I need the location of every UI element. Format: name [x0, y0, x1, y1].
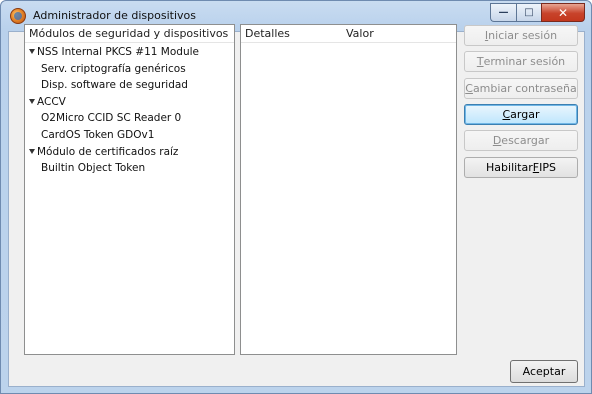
maximize-icon: □ [524, 7, 534, 18]
tree-item[interactable]: ACCV [29, 96, 66, 108]
firefox-app-icon [10, 8, 26, 24]
details-table[interactable]: Detalles Valor [240, 24, 457, 355]
tree-column-header[interactable]: Módulos de seguridad y dispositivos [25, 25, 234, 43]
expand-triangle-icon[interactable] [29, 98, 35, 104]
expand-triangle-icon[interactable] [29, 148, 35, 154]
button-label-part: escargar [501, 134, 550, 147]
close-icon: ✕ [557, 5, 569, 20]
tree-item-label: Módulo de certificados raíz [37, 145, 179, 158]
button-label-part: C [465, 82, 473, 95]
tree-item-label: NSS Internal PKCS #11 Module [37, 46, 199, 58]
security-modules-tree[interactable]: Módulos de seguridad y dispositivos NSS … [24, 24, 235, 355]
load-button[interactable]: Cargar [464, 104, 578, 125]
tree-item[interactable]: Builtin Object Token [41, 162, 145, 174]
button-label-part: niciar sesión [488, 29, 558, 42]
minimize-icon: — [498, 7, 509, 18]
button-label-part: erminar sesión [483, 55, 566, 68]
tree-item-label: Builtin Object Token [41, 162, 146, 175]
login-button[interactable]: Iniciar sesión [464, 25, 578, 46]
expand-triangle-icon[interactable] [29, 49, 35, 54]
details-column-header: Detalles Valor [241, 25, 456, 43]
tree-item[interactable]: Disp. software de seguridad [41, 79, 188, 91]
change-password-button[interactable]: Cambiar contraseña [464, 78, 578, 99]
tree-item-label: CardOS Token GDOv1 [41, 129, 155, 141]
maximize-button[interactable]: □ [516, 3, 541, 22]
tree-item-label: Disp. software de seguridad [41, 79, 188, 92]
accept-button[interactable]: Aceptar [510, 360, 578, 383]
tree-item-label: Serv. criptografía genéricos [41, 62, 186, 75]
value-column-label[interactable]: Valor [346, 27, 374, 40]
unload-button[interactable]: Descargar [464, 130, 578, 151]
tree-item[interactable]: Módulo de certificados raíz [29, 146, 178, 158]
button-label-part: ambiar contraseña [472, 82, 577, 95]
tree-item-label: O2Micro CCID SC Reader 0 [41, 112, 182, 125]
button-label-part: T [476, 55, 484, 68]
tree-item[interactable]: CardOS Token GDOv1 [41, 129, 154, 141]
tree-item-label: ACCV [37, 95, 66, 108]
details-column-label[interactable]: Detalles [245, 27, 290, 40]
button-label-part: IPS [539, 161, 556, 174]
button-label-part: D [492, 134, 502, 147]
close-button[interactable]: ✕ [541, 3, 585, 22]
tree-item[interactable]: Serv. criptografía genéricos [41, 63, 186, 75]
window-controls: — □ ✕ [490, 3, 585, 22]
enable-fips-button[interactable]: Habilitar F IPS [464, 157, 578, 178]
tree-item[interactable]: NSS Internal PKCS #11 Module [29, 46, 199, 58]
logout-button[interactable]: Terminar sesión [464, 51, 578, 72]
tree-header-label: Módulos de seguridad y dispositivos [29, 27, 229, 40]
minimize-button[interactable]: — [490, 3, 516, 22]
button-label-part: C [502, 108, 511, 121]
window-title: Administrador de dispositivos [33, 9, 197, 22]
device-manager-window: Administrador de dispositivos — □ ✕ Módu… [0, 0, 592, 394]
button-label-part: Habilitar [486, 161, 533, 174]
button-label-part: argar [510, 108, 540, 121]
tree-item[interactable]: O2Micro CCID SC Reader 0 [41, 112, 181, 124]
